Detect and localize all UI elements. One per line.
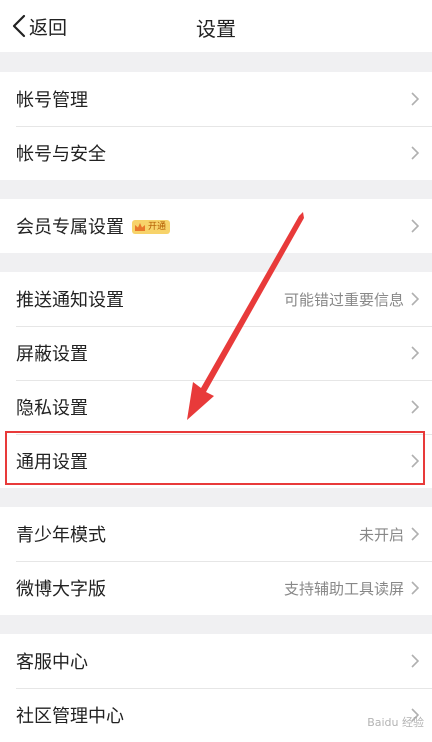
settings-item-label: 会员专属设置 [16, 217, 124, 238]
settings-item-label: 屏蔽设置 [16, 344, 88, 365]
chevron-right-icon [411, 400, 419, 414]
settings-item-privacy[interactable]: 隐私设置 [0, 380, 432, 434]
chevron-right-icon [411, 146, 419, 160]
settings-item-value: 可能错过重要信息 [283, 290, 404, 309]
chevron-right-icon [411, 454, 419, 468]
settings-item-push-notifications[interactable]: 推送通知设置 可能错过重要信息 [0, 272, 432, 326]
chevron-right-icon [411, 92, 419, 106]
settings-item-label: 帐号管理 [16, 90, 88, 111]
settings-item-account-security[interactable]: 帐号与安全 [0, 126, 432, 180]
settings-group-modes: 青少年模式 未开启 微博大字版 支持辅助工具读屏 [0, 507, 432, 615]
settings-item-teen-mode[interactable]: 青少年模式 未开启 [0, 507, 432, 561]
chevron-right-icon [411, 346, 419, 360]
chevron-right-icon [411, 581, 419, 595]
chevron-right-icon [411, 292, 419, 306]
vip-badge-label: 开通 [148, 222, 167, 232]
settings-group-membership: 会员专属设置 开通 [0, 199, 432, 253]
top-navigation-bar: 返回 设置 [0, 0, 432, 52]
settings-item-customer-service[interactable]: 客服中心 [0, 634, 432, 688]
settings-item-member-settings[interactable]: 会员专属设置 开通 [0, 199, 432, 253]
settings-item-account-management[interactable]: 帐号管理 [0, 72, 432, 126]
chevron-right-icon [411, 527, 419, 541]
crown-icon [135, 223, 145, 231]
watermark: Baidu 经验 [367, 716, 424, 729]
settings-group-general: 推送通知设置 可能错过重要信息 屏蔽设置 隐私设置 通用设置 [0, 272, 432, 488]
settings-item-general[interactable]: 通用设置 [0, 434, 432, 488]
chevron-right-icon [411, 654, 419, 668]
settings-item-label: 社区管理中心 [16, 706, 124, 727]
settings-item-value: 未开启 [358, 525, 404, 544]
settings-item-label: 通用设置 [16, 452, 88, 473]
settings-item-label: 客服中心 [16, 652, 88, 673]
page-title: 设置 [196, 17, 236, 41]
settings-item-label: 青少年模式 [16, 525, 106, 546]
settings-item-large-font[interactable]: 微博大字版 支持辅助工具读屏 [0, 561, 432, 615]
chevron-right-icon [411, 219, 419, 233]
vip-open-badge[interactable]: 开通 [132, 220, 171, 234]
settings-item-label: 帐号与安全 [16, 144, 106, 165]
settings-item-label: 隐私设置 [16, 398, 88, 419]
settings-group-account: 帐号管理 帐号与安全 [0, 72, 432, 180]
settings-item-label: 推送通知设置 [16, 290, 124, 311]
settings-item-label: 微博大字版 [16, 579, 106, 600]
settings-item-block[interactable]: 屏蔽设置 [0, 326, 432, 380]
settings-item-value: 支持辅助工具读屏 [283, 579, 404, 598]
